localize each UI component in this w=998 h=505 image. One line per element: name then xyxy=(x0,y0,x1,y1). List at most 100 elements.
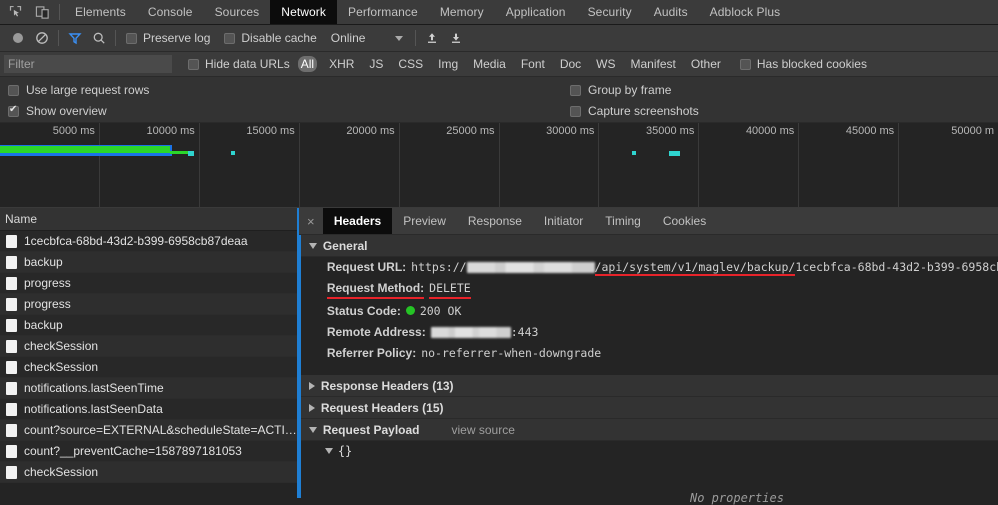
filter-type-media[interactable]: Media xyxy=(470,56,509,72)
has-blocked-cookies-checkbox[interactable]: Has blocked cookies xyxy=(739,57,867,71)
hide-data-urls-checkbox[interactable]: Hide data URLs xyxy=(188,57,290,71)
tab-response[interactable]: Response xyxy=(457,208,533,234)
device-toolbar-icon[interactable] xyxy=(33,4,51,20)
tab-network[interactable]: Network xyxy=(270,0,338,24)
list-item[interactable]: checkSession xyxy=(0,462,297,483)
filter-type-all[interactable]: All xyxy=(297,56,318,72)
filter-type-doc[interactable]: Doc xyxy=(557,56,584,72)
search-icon[interactable] xyxy=(87,27,111,49)
list-item[interactable]: progress xyxy=(0,294,297,315)
filter-funnel-icon[interactable] xyxy=(63,27,87,49)
document-icon xyxy=(6,444,17,458)
tabstrip-tool-icons xyxy=(0,0,55,24)
use-large-request-rows-label: Use large request rows xyxy=(26,83,150,97)
group-by-frame-box[interactable] xyxy=(570,84,581,96)
list-item[interactable]: notifications.lastSeenTime xyxy=(0,378,297,399)
disable-cache-checkbox[interactable]: Disable cache xyxy=(224,31,317,45)
disable-cache-box[interactable] xyxy=(224,32,236,44)
export-har-icon[interactable] xyxy=(444,27,468,49)
filter-type-ws[interactable]: WS xyxy=(593,56,618,72)
payload-root-node[interactable]: {} xyxy=(299,441,998,458)
request-list-column-header[interactable]: Name xyxy=(0,208,297,231)
list-item[interactable]: progress xyxy=(0,273,297,294)
tab-timing[interactable]: Timing xyxy=(594,208,652,234)
hide-data-urls-box[interactable] xyxy=(188,58,199,70)
chevron-down-icon[interactable] xyxy=(395,35,404,41)
preserve-log-checkbox[interactable]: Preserve log xyxy=(126,31,210,45)
tab-application[interactable]: Application xyxy=(495,0,577,24)
section-request-payload[interactable]: Request Payload view source xyxy=(298,419,998,441)
throttling-select[interactable]: Online xyxy=(331,31,404,45)
has-blocked-cookies-box[interactable] xyxy=(739,58,751,70)
document-icon xyxy=(6,297,17,311)
request-detail-pane: × Headers Preview Response Initiator Tim… xyxy=(298,208,998,498)
tabstrip-divider xyxy=(59,4,60,20)
list-item[interactable]: checkSession xyxy=(0,357,297,378)
list-item[interactable]: 1cecbfca-68bd-43d2-b399-6958cb87deaa xyxy=(0,231,297,252)
import-har-icon[interactable] xyxy=(420,27,444,49)
list-item[interactable]: backup xyxy=(0,252,297,273)
group-by-frame-checkbox[interactable]: Group by frame xyxy=(570,83,671,97)
list-item[interactable]: count?__preventCache=1587897181053 xyxy=(0,441,297,462)
filter-type-other[interactable]: Other xyxy=(688,56,724,72)
filter-type-xhr[interactable]: XHR xyxy=(326,56,357,72)
inspect-element-icon[interactable] xyxy=(6,4,24,20)
tab-performance[interactable]: Performance xyxy=(337,0,429,24)
toolbar-divider-3 xyxy=(415,30,417,46)
capture-screenshots-label: Capture screenshots xyxy=(588,104,699,118)
pane-selection-indicator xyxy=(298,235,301,498)
network-overview[interactable]: 5000 ms 10000 ms 15000 ms 20000 ms 25000… xyxy=(0,123,998,208)
overview-tick-label: 35000 ms xyxy=(646,125,695,137)
capture-screenshots-box[interactable] xyxy=(570,105,581,117)
chevron-down-icon[interactable] xyxy=(308,242,317,249)
tab-initiator[interactable]: Initiator xyxy=(533,208,594,234)
preserve-log-box[interactable] xyxy=(126,32,137,44)
tab-sources[interactable]: Sources xyxy=(204,0,271,24)
tab-console[interactable]: Console xyxy=(137,0,204,24)
referrer-policy-key: Referrer Policy: xyxy=(326,346,417,360)
overview-tick-cell: 45000 ms xyxy=(799,123,900,207)
tab-adblock-plus[interactable]: Adblock Plus xyxy=(699,0,792,24)
document-icon xyxy=(6,234,17,248)
section-request-headers[interactable]: Request Headers (15) xyxy=(298,397,998,419)
filter-input[interactable] xyxy=(4,55,172,73)
overview-tick-label: 10000 ms xyxy=(146,125,195,137)
chevron-down-icon[interactable] xyxy=(308,426,317,433)
status-badge xyxy=(405,306,415,315)
tab-memory[interactable]: Memory xyxy=(429,0,495,24)
chevron-down-icon[interactable] xyxy=(324,448,333,454)
filter-type-font[interactable]: Font xyxy=(518,56,548,72)
chevron-right-icon[interactable] xyxy=(308,381,315,390)
use-large-request-rows-checkbox[interactable]: Use large request rows xyxy=(8,83,149,97)
show-overview-checkbox[interactable]: Show overview xyxy=(8,104,107,118)
tab-elements[interactable]: Elements xyxy=(64,0,137,24)
capture-screenshots-checkbox[interactable]: Capture screenshots xyxy=(570,104,699,118)
filter-type-img[interactable]: Img xyxy=(435,56,461,72)
use-large-request-rows-box[interactable] xyxy=(8,84,19,96)
request-name: 1cecbfca-68bd-43d2-b399-6958cb87deaa xyxy=(24,234,248,248)
tab-preview[interactable]: Preview xyxy=(392,208,457,234)
section-response-headers[interactable]: Response Headers (13) xyxy=(298,375,998,397)
document-icon xyxy=(6,423,17,437)
tab-headers[interactable]: Headers xyxy=(322,208,393,234)
tab-cookies[interactable]: Cookies xyxy=(652,208,717,234)
clear-icon[interactable] xyxy=(30,27,54,49)
section-general[interactable]: General xyxy=(298,235,998,257)
group-by-frame-label: Group by frame xyxy=(588,83,672,97)
tab-security[interactable]: Security xyxy=(577,0,643,24)
filter-type-css[interactable]: CSS xyxy=(395,56,426,72)
close-icon[interactable]: × xyxy=(299,208,323,234)
list-item[interactable]: checkSession xyxy=(0,336,297,357)
chevron-right-icon[interactable] xyxy=(308,403,315,412)
filter-type-manifest[interactable]: Manifest xyxy=(628,56,679,72)
record-icon[interactable] xyxy=(6,27,30,49)
tab-audits[interactable]: Audits xyxy=(643,0,699,24)
show-overview-box[interactable] xyxy=(8,104,19,117)
list-item[interactable]: count?source=EXTERNAL&scheduleState=ACTI… xyxy=(0,420,297,441)
request-list[interactable]: 1cecbfca-68bd-43d2-b399-6958cb87deaa bac… xyxy=(0,231,297,483)
request-name: notifications.lastSeenTime xyxy=(24,381,164,395)
list-item[interactable]: backup xyxy=(0,315,297,336)
list-item[interactable]: notifications.lastSeenData xyxy=(0,399,297,420)
view-source-link[interactable]: view source xyxy=(452,423,515,437)
filter-type-js[interactable]: JS xyxy=(366,56,386,72)
